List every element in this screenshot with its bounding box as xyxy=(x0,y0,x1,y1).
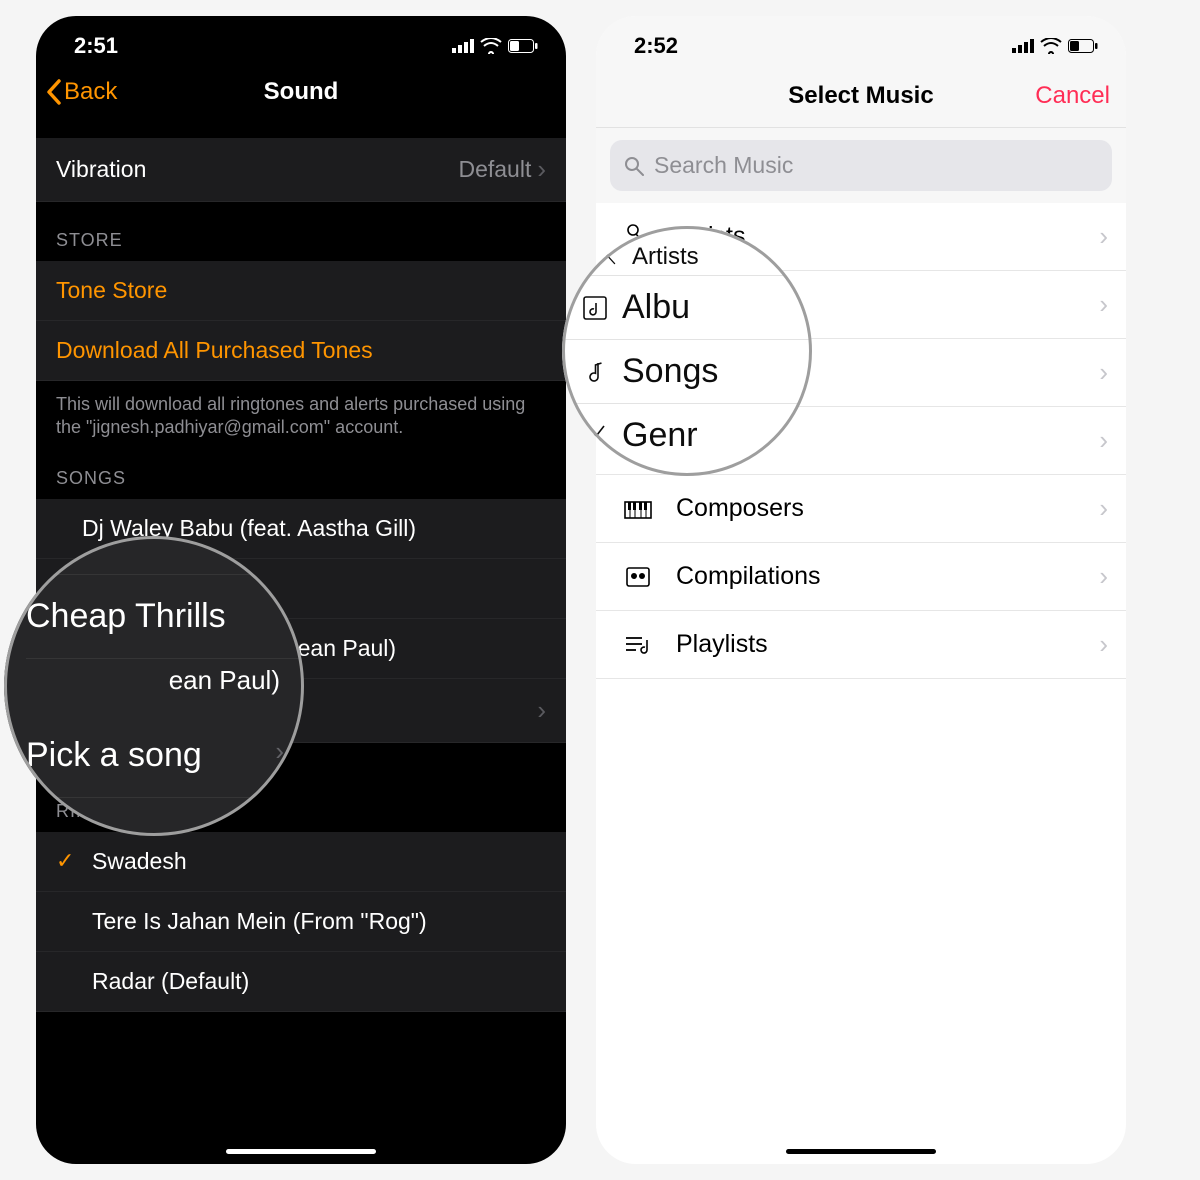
tone-store-label: Tone Store xyxy=(56,277,167,304)
keyboard-icon xyxy=(618,498,658,520)
store-header: STORE xyxy=(36,202,566,261)
category-row-composers[interactable]: Composers › xyxy=(596,475,1126,543)
chevron-right-icon: › xyxy=(537,695,546,726)
store-footer-note: This will download all ringtones and ale… xyxy=(36,381,566,460)
cancel-button[interactable]: Cancel xyxy=(1035,82,1110,110)
status-bar: 2:51 xyxy=(36,16,566,64)
vibration-label: Vibration xyxy=(56,156,146,183)
home-indicator[interactable] xyxy=(226,1149,376,1154)
chevron-right-icon: › xyxy=(1099,357,1108,388)
chevron-right-icon: › xyxy=(1099,425,1108,456)
ringtone-row[interactable]: ✓ Tere Is Jahan Mein (From "Rog") xyxy=(36,892,566,952)
ringtone-label: Radar (Default) xyxy=(92,968,249,995)
status-bar: 2:52 xyxy=(596,16,1126,64)
callout-row: Cheap Thrills xyxy=(26,597,226,636)
category-label: Composers xyxy=(676,494,804,523)
home-indicator[interactable] xyxy=(786,1149,936,1154)
status-time: 2:52 xyxy=(634,33,678,59)
playlist-icon xyxy=(618,634,658,656)
nav-bar: Select Music Cancel xyxy=(596,64,1126,128)
chevron-right-icon: › xyxy=(1099,221,1108,252)
check-icon: ✓ xyxy=(56,848,80,874)
category-row-playlists[interactable]: Playlists › xyxy=(596,611,1126,679)
vibration-row[interactable]: Vibration Default › xyxy=(36,138,566,202)
callout-label: Songs xyxy=(622,352,718,391)
callout-row: Pick a song xyxy=(26,736,202,775)
download-all-label: Download All Purchased Tones xyxy=(56,337,373,364)
ringtone-row[interactable]: ✓ Radar (Default) xyxy=(36,952,566,1012)
callout-label: Albu xyxy=(622,288,690,327)
battery-icon xyxy=(1068,39,1098,53)
person-card-icon xyxy=(618,564,658,590)
chevron-right-icon: › xyxy=(1099,493,1108,524)
ringtone-row[interactable]: ✓ Swadesh xyxy=(36,832,566,892)
callout-label: Artists xyxy=(632,243,699,271)
category-label: Playlists xyxy=(676,630,768,659)
chevron-right-icon: › xyxy=(1099,289,1108,320)
callout-magnifier-right: Artists Albu Songs Genr xyxy=(562,226,812,476)
cellular-icon xyxy=(1012,39,1034,53)
songs-header: SONGS xyxy=(36,460,566,499)
wifi-icon xyxy=(1040,38,1062,54)
chevron-right-icon: › xyxy=(537,154,546,185)
wifi-icon xyxy=(480,38,502,54)
search-placeholder: Search Music xyxy=(654,152,793,179)
note-icon xyxy=(582,359,608,385)
nav-title: Sound xyxy=(36,78,566,106)
cellular-icon xyxy=(452,39,474,53)
nav-bar: Back Sound xyxy=(36,64,566,120)
callout-label: Genr xyxy=(622,416,698,455)
vibration-value: Default xyxy=(458,156,531,183)
category-label: Compilations xyxy=(676,562,821,591)
search-input[interactable]: Search Music xyxy=(610,140,1112,191)
status-icons xyxy=(452,38,538,54)
chevron-right-icon: › xyxy=(1099,629,1108,660)
ringtone-label: Swadesh xyxy=(92,848,187,875)
category-row-compilations[interactable]: Compilations › xyxy=(596,543,1126,611)
status-time: 2:51 xyxy=(74,33,118,59)
album-icon xyxy=(582,295,608,321)
status-icons xyxy=(1012,38,1098,54)
chevron-right-icon: › xyxy=(1099,561,1108,592)
tone-store-row[interactable]: Tone Store xyxy=(36,261,566,321)
phone-right: 2:52 Select Music Cancel Search Music xyxy=(596,16,1126,1164)
search-icon xyxy=(624,156,644,176)
callout-magnifier-left: Cheap Thrills ean Paul) Pick a song › xyxy=(4,536,304,836)
battery-icon xyxy=(508,39,538,53)
download-all-row[interactable]: Download All Purchased Tones xyxy=(36,321,566,381)
ringtone-label: Tere Is Jahan Mein (From "Rog") xyxy=(92,908,427,935)
callout-sub: ean Paul) xyxy=(26,659,304,714)
